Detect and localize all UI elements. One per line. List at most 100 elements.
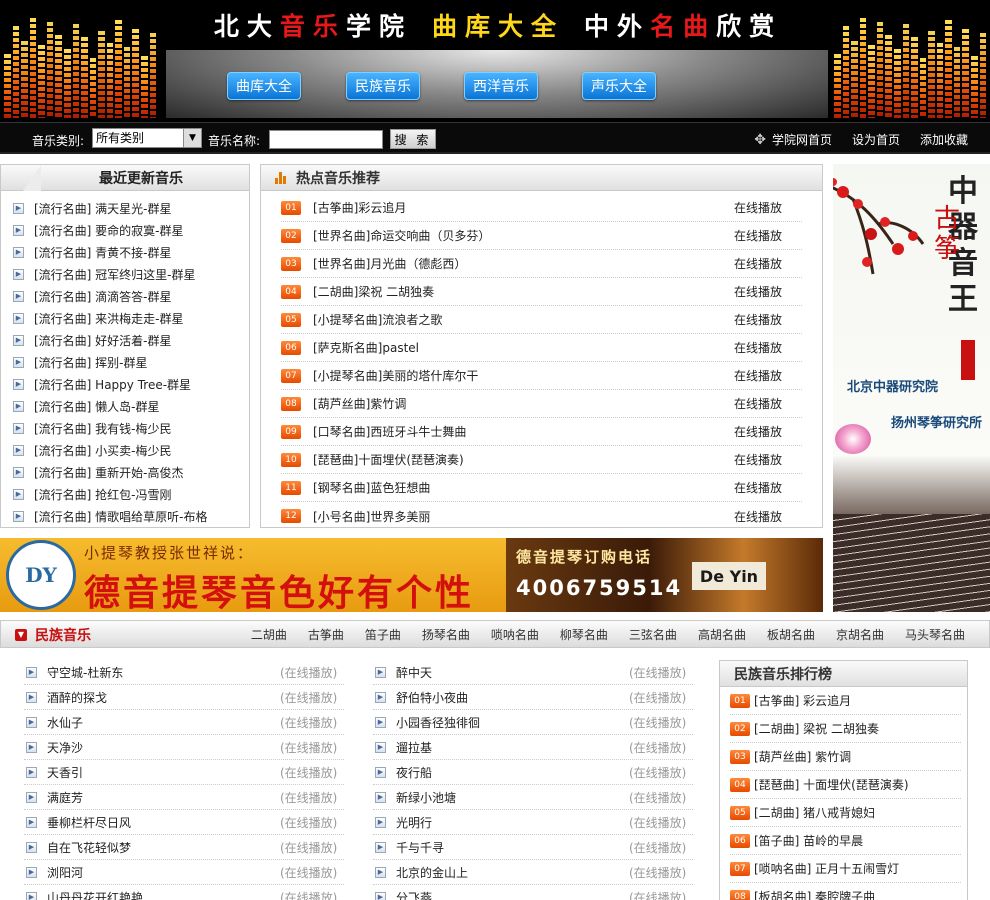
- nav-minzu-button[interactable]: 民族音乐: [346, 72, 420, 100]
- folk-music-link[interactable]: 自在飞花轻似梦: [47, 839, 280, 856]
- folk-music-link[interactable]: 遛拉基: [396, 739, 629, 756]
- type-select[interactable]: 所有类别 ▼: [92, 128, 202, 148]
- play-online-link[interactable]: (在线播放): [280, 664, 344, 681]
- folk-music-link[interactable]: 守空城-杜新东: [47, 664, 280, 681]
- play-online-link[interactable]: (在线播放): [629, 889, 693, 900]
- latest-music-link[interactable]: [流行名曲] 我有钱-梅少民: [34, 420, 172, 437]
- play-online-link[interactable]: 在线播放: [734, 423, 802, 440]
- top-link-home[interactable]: ✥ 学院网首页: [754, 131, 832, 148]
- folk-category-link[interactable]: 三弦名曲: [629, 626, 677, 643]
- play-online-link[interactable]: (在线播放): [629, 664, 693, 681]
- folk-music-link[interactable]: 舒伯特小夜曲: [396, 689, 629, 706]
- folk-category-link[interactable]: 唢呐名曲: [491, 626, 539, 643]
- chevron-down-icon[interactable]: ▼: [183, 129, 201, 147]
- folk-music-link[interactable]: 光明行: [396, 814, 629, 831]
- play-online-link[interactable]: (在线播放): [629, 839, 693, 856]
- latest-music-link[interactable]: [流行名曲] 抢红包-冯雪刚: [34, 486, 172, 503]
- folk-music-link[interactable]: 小园香径独徘徊: [396, 714, 629, 731]
- hot-music-link[interactable]: [葫芦丝曲]紫竹调: [313, 395, 734, 412]
- violin-banner-ad[interactable]: DY 小提琴教授张世祥说： 德音提琴音色好有个性 德音提琴订购电话 400675…: [0, 538, 823, 612]
- folk-rank-link[interactable]: [唢呐名曲] 正月十五闹雪灯: [754, 860, 899, 877]
- folk-music-link[interactable]: 水仙子: [47, 714, 280, 731]
- hot-music-link[interactable]: [古筝曲]彩云追月: [313, 199, 734, 216]
- guzheng-ad[interactable]: 中器音王 古筝 北京中器研究院 扬州琴筝研究所: [833, 164, 990, 612]
- latest-music-link[interactable]: [流行名曲] 青黄不接-群星: [34, 244, 172, 261]
- play-online-link[interactable]: (在线播放): [629, 689, 693, 706]
- latest-music-item[interactable]: ▶ [流行名曲] 懒人岛-群星: [1, 395, 249, 417]
- folk-rank-link[interactable]: [二胡曲] 梁祝 二胡独奏: [754, 720, 879, 737]
- hot-music-link[interactable]: [萨克斯名曲]pastel: [313, 339, 734, 356]
- folk-category-link[interactable]: 古筝曲: [308, 626, 344, 643]
- folk-music-link[interactable]: 千与千寻: [396, 839, 629, 856]
- latest-music-item[interactable]: ▶ [流行名曲] 情歌唱给草原听-布格: [1, 505, 249, 527]
- top-link-favorite[interactable]: 添加收藏: [920, 131, 968, 148]
- play-online-link[interactable]: (在线播放): [280, 789, 344, 806]
- latest-music-link[interactable]: [流行名曲] 小买卖-梅少民: [34, 442, 172, 459]
- play-online-link[interactable]: (在线播放): [280, 689, 344, 706]
- play-online-link[interactable]: 在线播放: [734, 311, 802, 328]
- name-input[interactable]: [269, 130, 383, 149]
- latest-music-item[interactable]: ▶ [流行名曲] 重新开始-高俊杰: [1, 461, 249, 483]
- folk-rank-link[interactable]: [葫芦丝曲] 紫竹调: [754, 748, 851, 765]
- latest-music-link[interactable]: [流行名曲] 懒人岛-群星: [34, 398, 160, 415]
- hot-music-link[interactable]: [口琴名曲]西班牙斗牛士舞曲: [313, 423, 734, 440]
- latest-music-link[interactable]: [流行名曲] 好好活着-群星: [34, 332, 172, 349]
- folk-rank-link[interactable]: [笛子曲] 苗岭的早晨: [754, 832, 863, 849]
- latest-music-link[interactable]: [流行名曲] 重新开始-高俊杰: [34, 464, 184, 481]
- play-online-link[interactable]: (在线播放): [280, 839, 344, 856]
- top-link-set-home[interactable]: 设为首页: [852, 131, 900, 148]
- folk-music-link[interactable]: 浏阳河: [47, 864, 280, 881]
- play-online-link[interactable]: (在线播放): [629, 789, 693, 806]
- play-online-link[interactable]: (在线播放): [629, 814, 693, 831]
- hot-music-link[interactable]: [钢琴名曲]蓝色狂想曲: [313, 479, 734, 496]
- play-online-link[interactable]: 在线播放: [734, 199, 802, 216]
- nav-qukudaquan-button[interactable]: 曲库大全: [227, 72, 301, 100]
- hot-music-link[interactable]: [小提琴名曲]流浪者之歌: [313, 311, 734, 328]
- play-online-link[interactable]: (在线播放): [280, 889, 344, 900]
- latest-music-item[interactable]: ▶ [流行名曲] 抢红包-冯雪刚: [1, 483, 249, 505]
- folk-music-link[interactable]: 天香引: [47, 764, 280, 781]
- play-online-link[interactable]: (在线播放): [629, 714, 693, 731]
- latest-music-link[interactable]: [流行名曲] 情歌唱给草原听-布格: [34, 508, 208, 525]
- folk-category-link[interactable]: 高胡名曲: [698, 626, 746, 643]
- hot-music-link[interactable]: [琵琶曲]十面埋伏(琵琶演奏): [313, 451, 734, 468]
- folk-music-link[interactable]: 醉中天: [396, 664, 629, 681]
- latest-music-item[interactable]: ▶ [流行名曲] 满天星光-群星: [1, 197, 249, 219]
- folk-music-link[interactable]: 北京的金山上: [396, 864, 629, 881]
- folk-music-link[interactable]: 满庭芳: [47, 789, 280, 806]
- play-online-link[interactable]: (在线播放): [280, 739, 344, 756]
- latest-music-link[interactable]: [流行名曲] 冠军终归这里-群星: [34, 266, 196, 283]
- folk-category-link[interactable]: 二胡曲: [251, 626, 287, 643]
- play-online-link[interactable]: (在线播放): [629, 864, 693, 881]
- folk-music-link[interactable]: 分飞燕: [396, 889, 629, 900]
- latest-music-link[interactable]: [流行名曲] 满天星光-群星: [34, 200, 172, 217]
- nav-xiyang-button[interactable]: 西洋音乐: [464, 72, 538, 100]
- latest-music-item[interactable]: ▶ [流行名曲] 青黄不接-群星: [1, 241, 249, 263]
- search-button[interactable]: 搜 索: [390, 129, 436, 149]
- latest-music-item[interactable]: ▶ [流行名曲] 冠军终归这里-群星: [1, 263, 249, 285]
- latest-music-item[interactable]: ▶ [流行名曲] 挥别-群星: [1, 351, 249, 373]
- play-online-link[interactable]: 在线播放: [734, 367, 802, 384]
- folk-music-link[interactable]: 新绿小池塘: [396, 789, 629, 806]
- play-online-link[interactable]: 在线播放: [734, 479, 802, 496]
- folk-music-link[interactable]: 酒醉的探戈: [47, 689, 280, 706]
- latest-music-item[interactable]: ▶ [流行名曲] 小买卖-梅少民: [1, 439, 249, 461]
- latest-music-link[interactable]: [流行名曲] 滴滴答答-群星: [34, 288, 172, 305]
- play-online-link[interactable]: 在线播放: [734, 283, 802, 300]
- play-online-link[interactable]: 在线播放: [734, 451, 802, 468]
- latest-music-item[interactable]: ▶ [流行名曲] 来洪梅走走-群星: [1, 307, 249, 329]
- folk-music-link[interactable]: 夜行船: [396, 764, 629, 781]
- play-online-link[interactable]: 在线播放: [734, 395, 802, 412]
- latest-music-item[interactable]: ▶ [流行名曲] 要命的寂寞-群星: [1, 219, 249, 241]
- latest-music-item[interactable]: ▶ [流行名曲] 我有钱-梅少民: [1, 417, 249, 439]
- folk-section-title[interactable]: ▼ 民族音乐: [15, 625, 91, 645]
- hot-music-link[interactable]: [世界名曲]月光曲（德彪西）: [313, 255, 734, 272]
- play-online-link[interactable]: 在线播放: [734, 339, 802, 356]
- folk-category-link[interactable]: 扬琴名曲: [422, 626, 470, 643]
- folk-music-link[interactable]: 垂柳栏杆尽日风: [47, 814, 280, 831]
- play-online-link[interactable]: 在线播放: [734, 227, 802, 244]
- latest-music-link[interactable]: [流行名曲] 挥别-群星: [34, 354, 148, 371]
- folk-music-link[interactable]: 山丹丹花开红艳艳: [47, 889, 280, 900]
- folk-category-link[interactable]: 柳琴名曲: [560, 626, 608, 643]
- latest-music-item[interactable]: ▶ [流行名曲] 好好活着-群星: [1, 329, 249, 351]
